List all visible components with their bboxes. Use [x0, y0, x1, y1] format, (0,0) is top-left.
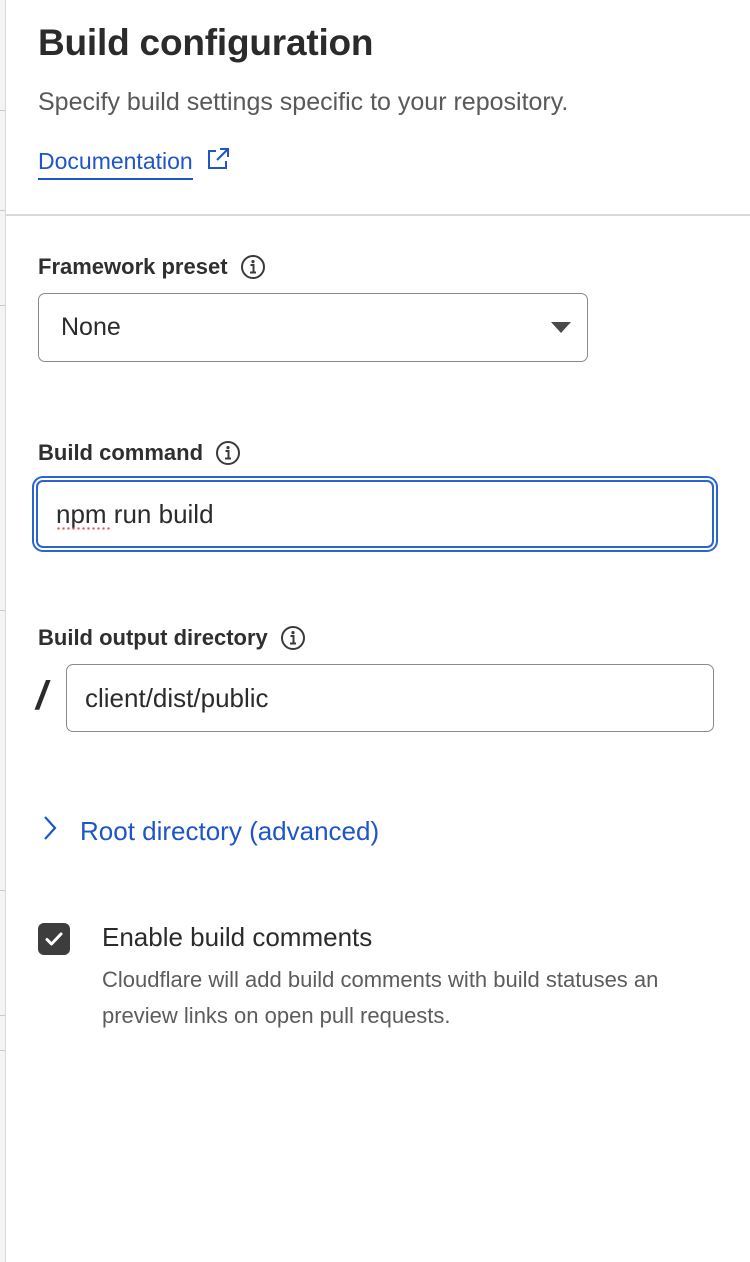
info-icon[interactable]: [280, 625, 306, 651]
checkmark-icon: [45, 932, 63, 946]
build-configuration-panel: Build configuration Specify build settin…: [6, 0, 750, 1262]
enable-build-comments-checkbox[interactable]: [38, 923, 70, 955]
chevron-right-icon: [42, 814, 58, 849]
build-comments-description-line-1: Cloudflare will add build comments with …: [102, 967, 659, 992]
build-output-directory-label: Build output directory: [38, 625, 268, 650]
build-command-label-row: Build command: [38, 440, 241, 466]
external-link-icon: [205, 146, 231, 178]
spellcheck-underline: [56, 527, 112, 530]
directory-prefix: /: [36, 674, 48, 718]
info-icon[interactable]: [240, 254, 266, 280]
page-title: Build configuration: [38, 22, 374, 63]
build-command-label: Build command: [38, 440, 204, 465]
section-divider: [6, 214, 750, 216]
framework-preset-label: Framework preset: [38, 254, 228, 279]
build-comments-description: Cloudflare will add build comments with …: [102, 962, 750, 1034]
caret-down-icon: [551, 322, 571, 333]
page-subtitle: Specify build settings specific to your …: [38, 88, 569, 116]
build-output-directory-label-row: Build output directory: [38, 625, 306, 651]
documentation-link[interactable]: Documentation: [38, 146, 231, 180]
framework-preset-label-row: Framework preset: [38, 254, 266, 280]
build-comments-description-line-2: preview links on open pull requests.: [102, 1003, 451, 1028]
root-directory-toggle[interactable]: Root directory (advanced): [42, 814, 379, 849]
framework-preset-value: None: [61, 313, 121, 341]
enable-build-comments-label: Enable build comments: [102, 922, 373, 952]
build-command-input[interactable]: [36, 480, 714, 548]
root-directory-label: Root directory (advanced): [80, 816, 380, 846]
info-icon[interactable]: [215, 440, 241, 466]
framework-preset-select[interactable]: None: [38, 293, 588, 362]
documentation-link-label: Documentation: [38, 146, 193, 180]
build-output-directory-input[interactable]: [66, 664, 714, 732]
